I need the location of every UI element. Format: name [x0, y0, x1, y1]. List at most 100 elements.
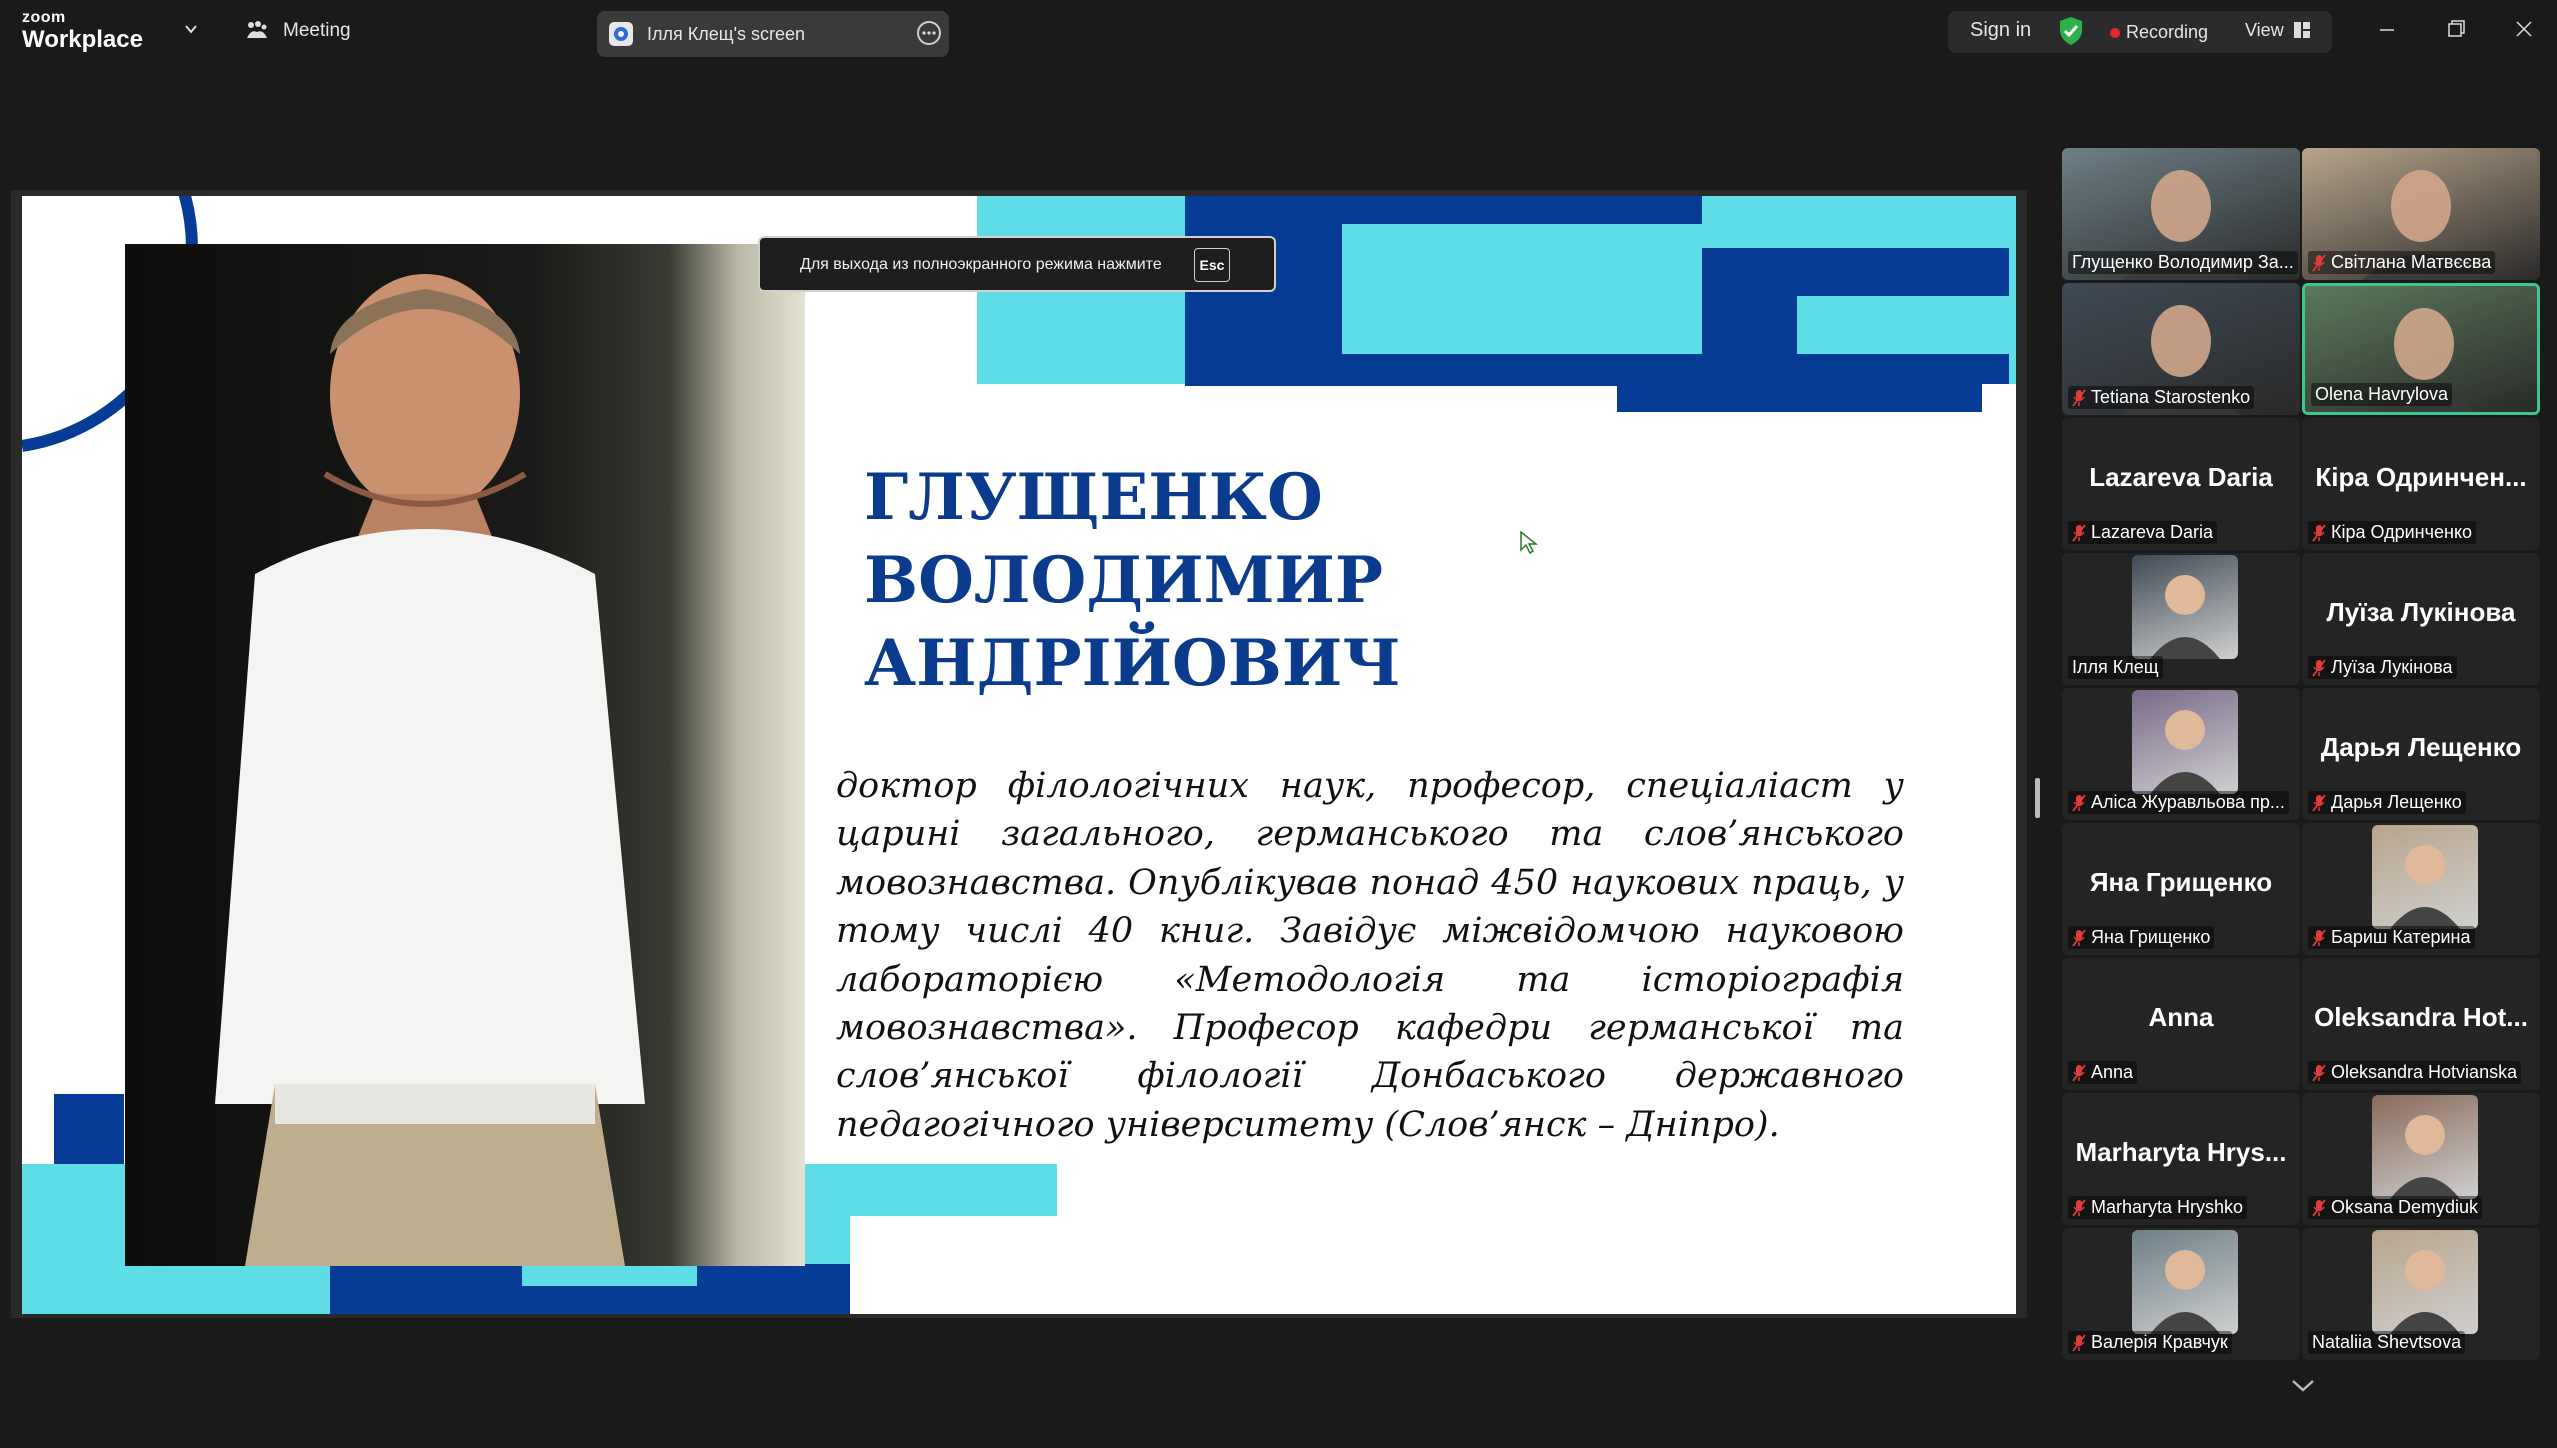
esc-key-badge[interactable]: Esc: [1194, 248, 1230, 282]
participant-name: Дарья Лещенко: [2331, 792, 2462, 812]
participant-name: Бариш Катерина: [2331, 927, 2471, 947]
participant-label: Ілля Клещ: [2068, 656, 2163, 679]
participant-name: Anna: [2091, 1062, 2134, 1082]
view-grid-icon[interactable]: [2293, 21, 2311, 39]
participant-name: Кіра Одринченко: [2331, 522, 2473, 542]
minimize-icon[interactable]: [2372, 14, 2402, 44]
close-icon[interactable]: [2509, 14, 2539, 44]
participant-name: Світлана Матвєєва: [2331, 252, 2492, 272]
more-options-icon[interactable]: [917, 21, 941, 45]
participant-name-large: Луїза Лукінова: [2326, 597, 2516, 627]
chevron-down-icon[interactable]: [184, 22, 198, 36]
participant-tile[interactable]: Бариш Катерина: [2302, 823, 2540, 955]
participant-tile[interactable]: Oksana Demydiuk: [2302, 1093, 2540, 1225]
participant-tile[interactable]: Tetiana Starostenko: [2062, 283, 2300, 415]
meeting-label: Meeting: [283, 20, 351, 41]
participant-name: Глущенко Володимир За...: [2072, 252, 2294, 272]
participant-avatar: [2132, 555, 2238, 659]
participant-name: Lazareva Daria: [2091, 522, 2214, 542]
cyan-block-corner: [1702, 196, 2012, 248]
participant-tile[interactable]: Nataliia Shevtsova: [2302, 1228, 2540, 1360]
muted-mic-icon: [2312, 928, 2326, 947]
top-bar: zoom Workplace Meeting Ілля Клещ's scree…: [0, 0, 2557, 66]
participant-name: Olena Havrylova: [2315, 384, 2449, 404]
participant-label: Tetiana Starostenko: [2068, 386, 2255, 409]
cyan-strip-bottom: [522, 1264, 697, 1286]
participant-name: Ілля Клещ: [2072, 657, 2159, 677]
participant-label: Marharyta Hryshko: [2068, 1196, 2248, 1219]
panel-resize-handle[interactable]: [2035, 778, 2040, 818]
participant-label: Nataliia Shevtsova: [2308, 1331, 2466, 1354]
participant-tile[interactable]: Валерія Кравчук: [2062, 1228, 2300, 1360]
fullscreen-exit-notice: Для выхода из полноэкранного режима нажм…: [758, 236, 1276, 292]
participant-name: Oleksandra Hotvianska: [2331, 1062, 2518, 1082]
participant-tile[interactable]: Глущенко Володимир За...: [2062, 148, 2300, 280]
participant-label: Бариш Катерина: [2308, 926, 2475, 949]
participant-tile[interactable]: Marharyta Hrys... Marharyta Hryshko: [2062, 1093, 2300, 1225]
participant-label: Olena Havrylova: [2311, 383, 2453, 406]
shield-check-icon[interactable]: [2058, 16, 2084, 46]
participant-label: Яна Грищенко: [2068, 926, 2215, 949]
participant-tile[interactable]: Світлана Матвєєва: [2302, 148, 2540, 280]
participant-tile[interactable]: Anna Anna: [2062, 958, 2300, 1090]
muted-mic-icon: [2072, 388, 2086, 407]
participant-label: Anna: [2068, 1061, 2138, 1084]
screen-owner-label: Ілля Клещ's screen: [647, 24, 806, 44]
title-line-1: ГЛУЩЕНКО: [864, 460, 1323, 535]
participant-label: Дарья Лещенко: [2308, 791, 2466, 814]
participant-name: Аліса Журавльова пр...: [2091, 792, 2285, 812]
recording-label[interactable]: Recording: [2126, 22, 2208, 43]
muted-mic-icon: [2072, 928, 2086, 947]
participant-tile[interactable]: Ілля Клещ: [2062, 553, 2300, 685]
participant-name-large: Anna: [2148, 1002, 2214, 1032]
participant-tile[interactable]: Кіра Одринчен... Кіра Одринченко: [2302, 418, 2540, 550]
participant-label: Луїза Лукінова: [2308, 656, 2457, 679]
participant-name: Nataliia Shevtsova: [2312, 1332, 2462, 1352]
participant-tile[interactable]: Яна Грищенко Яна Грищенко: [2062, 823, 2300, 955]
participant-avatar: [2132, 690, 2238, 794]
logo-small-text: zoom: [22, 9, 66, 26]
participant-name-large: Oleksandra Hot...: [2314, 1002, 2528, 1032]
white-cover: [850, 1216, 2016, 1314]
navy-strip-right: [1617, 384, 1982, 412]
muted-mic-icon: [2072, 1063, 2086, 1082]
participant-label: Валерія Кравчук: [2068, 1331, 2232, 1354]
scroll-down-chevron-icon[interactable]: [2290, 1378, 2316, 1394]
navy-square-left: [54, 1094, 124, 1164]
participant-tile[interactable]: Аліса Журавльова пр...: [2062, 688, 2300, 820]
muted-mic-icon: [2072, 523, 2086, 542]
participant-name: Tetiana Starostenko: [2091, 387, 2251, 407]
slide-title: ГЛУЩЕНКО ВОЛОДИМИР АНДРІЙОВИЧ: [864, 456, 1401, 705]
logo-big-text: Workplace: [22, 26, 143, 53]
participant-label: Кіра Одринченко: [2308, 521, 2477, 544]
participant-avatar: [2372, 1095, 2478, 1199]
screen-share-pill[interactable]: Ілля Клещ's screen: [597, 11, 949, 57]
participant-tile[interactable]: Olena Havrylova: [2302, 283, 2540, 415]
zoom-workplace-logo[interactable]: zoom Workplace: [22, 10, 143, 54]
participant-gallery: Глущенко Володимир За... Світлана Матвєєв…: [2062, 148, 2544, 1360]
meeting-button[interactable]: Meeting: [245, 20, 351, 42]
muted-mic-icon: [2312, 658, 2326, 677]
participant-tile[interactable]: Дарья Лещенко Дарья Лещенко: [2302, 688, 2540, 820]
participant-avatar: [2372, 1230, 2478, 1334]
muted-mic-icon: [2312, 1198, 2326, 1217]
participant-label: Oksana Demydiuk: [2308, 1196, 2483, 1219]
participant-tile[interactable]: Oleksandra Hot... Oleksandra Hotvianska: [2302, 958, 2540, 1090]
mouse-cursor-icon: [1520, 531, 1538, 555]
participant-avatar: [2372, 825, 2478, 929]
restore-icon[interactable]: [2441, 14, 2471, 44]
view-button[interactable]: View: [2245, 20, 2284, 41]
participant-label: Світлана Матвєєва: [2308, 251, 2496, 274]
muted-mic-icon: [2312, 523, 2326, 542]
participant-name: Валерія Кравчук: [2091, 1332, 2228, 1352]
participant-name: Луїза Лукінова: [2331, 657, 2453, 677]
participant-tile[interactable]: Луїза Лукінова Луїза Лукінова: [2302, 553, 2540, 685]
sign-in-button[interactable]: Sign in: [1970, 19, 2031, 42]
title-line-3: АНДРІЙОВИЧ: [864, 626, 1401, 701]
participant-name-large: Кіра Одринчен...: [2315, 462, 2527, 492]
muted-mic-icon: [2072, 793, 2086, 812]
participant-tile[interactable]: Lazareva Daria Lazareva Daria: [2062, 418, 2300, 550]
recording-dot-icon: [2110, 28, 2120, 38]
muted-mic-icon: [2312, 1063, 2326, 1082]
participant-name-large: Marharyta Hrys...: [2075, 1137, 2287, 1167]
